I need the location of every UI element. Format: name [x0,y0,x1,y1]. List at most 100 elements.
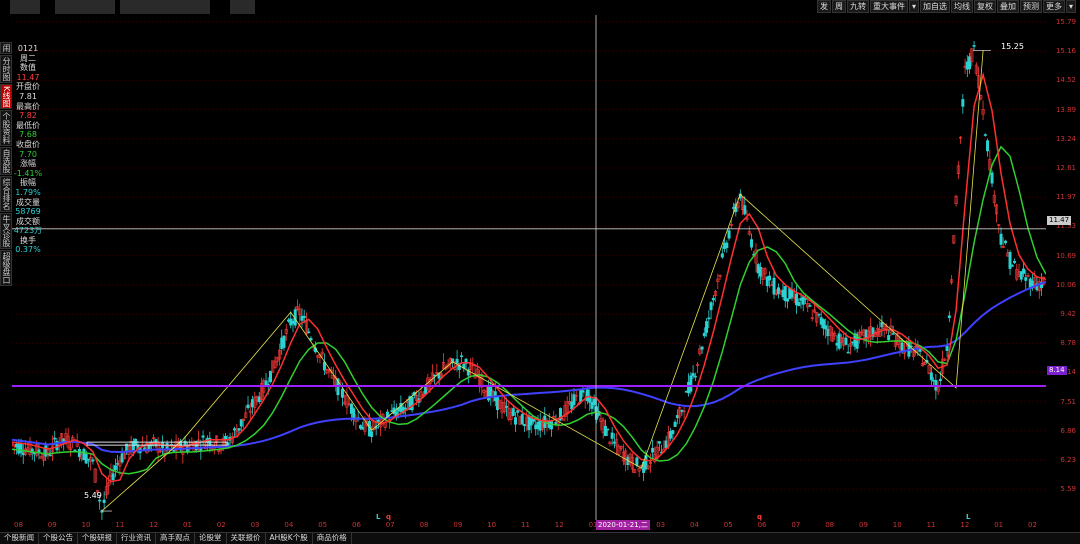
candle-body [671,430,675,435]
bottom-tab-6[interactable]: 关联报价 [227,533,266,544]
nav-item-2[interactable]: K线图 [0,84,12,110]
cursor-date-label: 2020-01-21,二 [596,520,650,530]
x-tick: 08 [825,521,835,529]
candle-body [938,378,942,382]
y-tick: 9.42 [1060,310,1076,318]
candle-body [707,317,711,320]
candle-body [246,404,250,408]
bottom-tab-8[interactable]: 商品价格 [313,533,352,544]
y-tick: 10.69 [1055,251,1076,260]
toolbar-button-9[interactable]: 预测 [1019,0,1042,13]
cursor-price-tag: 11.47 [1047,216,1072,225]
candle-body [727,230,731,239]
toolbar-button-11[interactable]: ▾ [1065,0,1076,13]
candle-body [111,473,115,481]
x-tick: 12 [149,521,159,529]
y-tick: 10.06 [1055,280,1076,289]
x-tick: 01 [183,521,192,529]
toolbar-button-10[interactable]: 更多 [1042,0,1065,13]
toolbar-button-5[interactable]: 加自选 [919,0,950,13]
candle-body [433,374,437,377]
candle-body [53,437,57,440]
left-nav: 闹分时图 K线图 个股资料 自选股 综合排名 牛叉诊股 超级盘口 [0,42,12,287]
candle-body [91,459,95,462]
x-tick: 04 [284,521,294,529]
marker-q: q [757,513,763,521]
toolbar-button-4[interactable]: ▾ [908,0,919,13]
candle-body [268,370,272,383]
x-tick: 09 [47,521,57,529]
candle-body [693,375,697,378]
toolbar-button-2[interactable]: 九转 [846,0,869,13]
candle-body [691,373,695,377]
bottom-tab-1[interactable]: 个股公告 [39,533,78,544]
candle-body [48,454,52,457]
y-tick: 6.86 [1060,426,1076,435]
candle-body [986,140,990,152]
bottom-tab-3[interactable]: 行业资讯 [117,533,156,544]
candle-body [183,440,187,445]
candle-body [990,172,994,184]
candle-body [460,355,464,358]
x-tick: 05 [318,521,328,529]
bottom-tab-4[interactable]: 高手观点 [156,533,195,544]
candle-body [772,277,776,295]
candle-body [370,431,374,437]
nav-item-4[interactable]: 自选股 [0,147,12,176]
y-tick: 15.79 [1055,18,1076,26]
y-tick: 6.23 [1060,456,1076,464]
bottom-tabs: 个股新闻 个股公告 个股研报 行业资讯 高手观点 论股堂 关联报价 AH股K个股 商品价格 [0,532,1080,544]
x-tick: 06 [352,521,361,529]
candle-body [581,390,585,393]
nav-item-6[interactable]: 牛叉诊股 [0,213,12,250]
zigzag-line [101,50,984,512]
x-tick: 05 [723,521,733,529]
x-tick: 06 [757,521,767,529]
y-tick: 7.51 [1060,397,1076,406]
x-tick: 03 [250,521,260,529]
candle-body [610,432,614,439]
nav-item-3[interactable]: 个股资料 [0,110,12,147]
nav-item-0[interactable]: 闹 [0,42,12,54]
candle-body [808,305,812,307]
candle-body [711,298,715,301]
toolbar-button-6[interactable]: 均线 [950,0,973,13]
toolbar-button-7[interactable]: 复权 [973,0,996,13]
candle-body [505,406,509,408]
candle-body [887,335,891,340]
candle-body [606,428,610,431]
nav-item-5[interactable]: 综合排名 [0,176,12,213]
x-tick: 09 [859,521,868,529]
nav-item-7[interactable]: 超级盘口 [0,250,12,287]
toolbar: 发周九转 重大事件 ▾ 加自选 均线 复权 叠加 预测 更多 ▾ [816,0,1076,13]
candle-body [520,414,524,425]
candle-body [817,313,821,316]
candle-body [1004,240,1008,244]
bottom-tab-7[interactable]: AH股K个股 [266,533,313,544]
bottom-tab-2[interactable]: 个股研报 [78,533,117,544]
toolbar-button-1[interactable]: 周 [831,0,846,13]
bottom-tab-0[interactable]: 个股新闻 [0,533,39,544]
blurred-title [55,0,115,14]
candle-body [511,408,515,416]
candle-body [702,332,706,337]
candle-body [972,45,976,47]
candle-body [455,358,459,364]
toolbar-button-8[interactable]: 叠加 [996,0,1019,13]
high-annotation: 15.25 [1001,42,1024,51]
toolbar-button-3[interactable]: 重大事件 [869,0,908,13]
nav-item-1[interactable]: 分时图 [0,55,12,83]
bottom-tab-5[interactable]: 论股堂 [195,533,227,544]
candle-body [725,242,729,249]
x-tick: 03 [656,521,666,529]
support-price-tag: 8.14 [1047,366,1067,375]
candle-body [705,321,709,333]
kline-chart[interactable] [12,15,1046,520]
candle-body [891,333,895,335]
candle-body [700,346,704,350]
candle-body [113,465,117,471]
candle-body [1024,277,1028,281]
toolbar-button-0[interactable]: 发 [816,0,831,13]
y-tick: 11.97 [1055,193,1076,202]
x-tick: 01 [994,521,1004,529]
